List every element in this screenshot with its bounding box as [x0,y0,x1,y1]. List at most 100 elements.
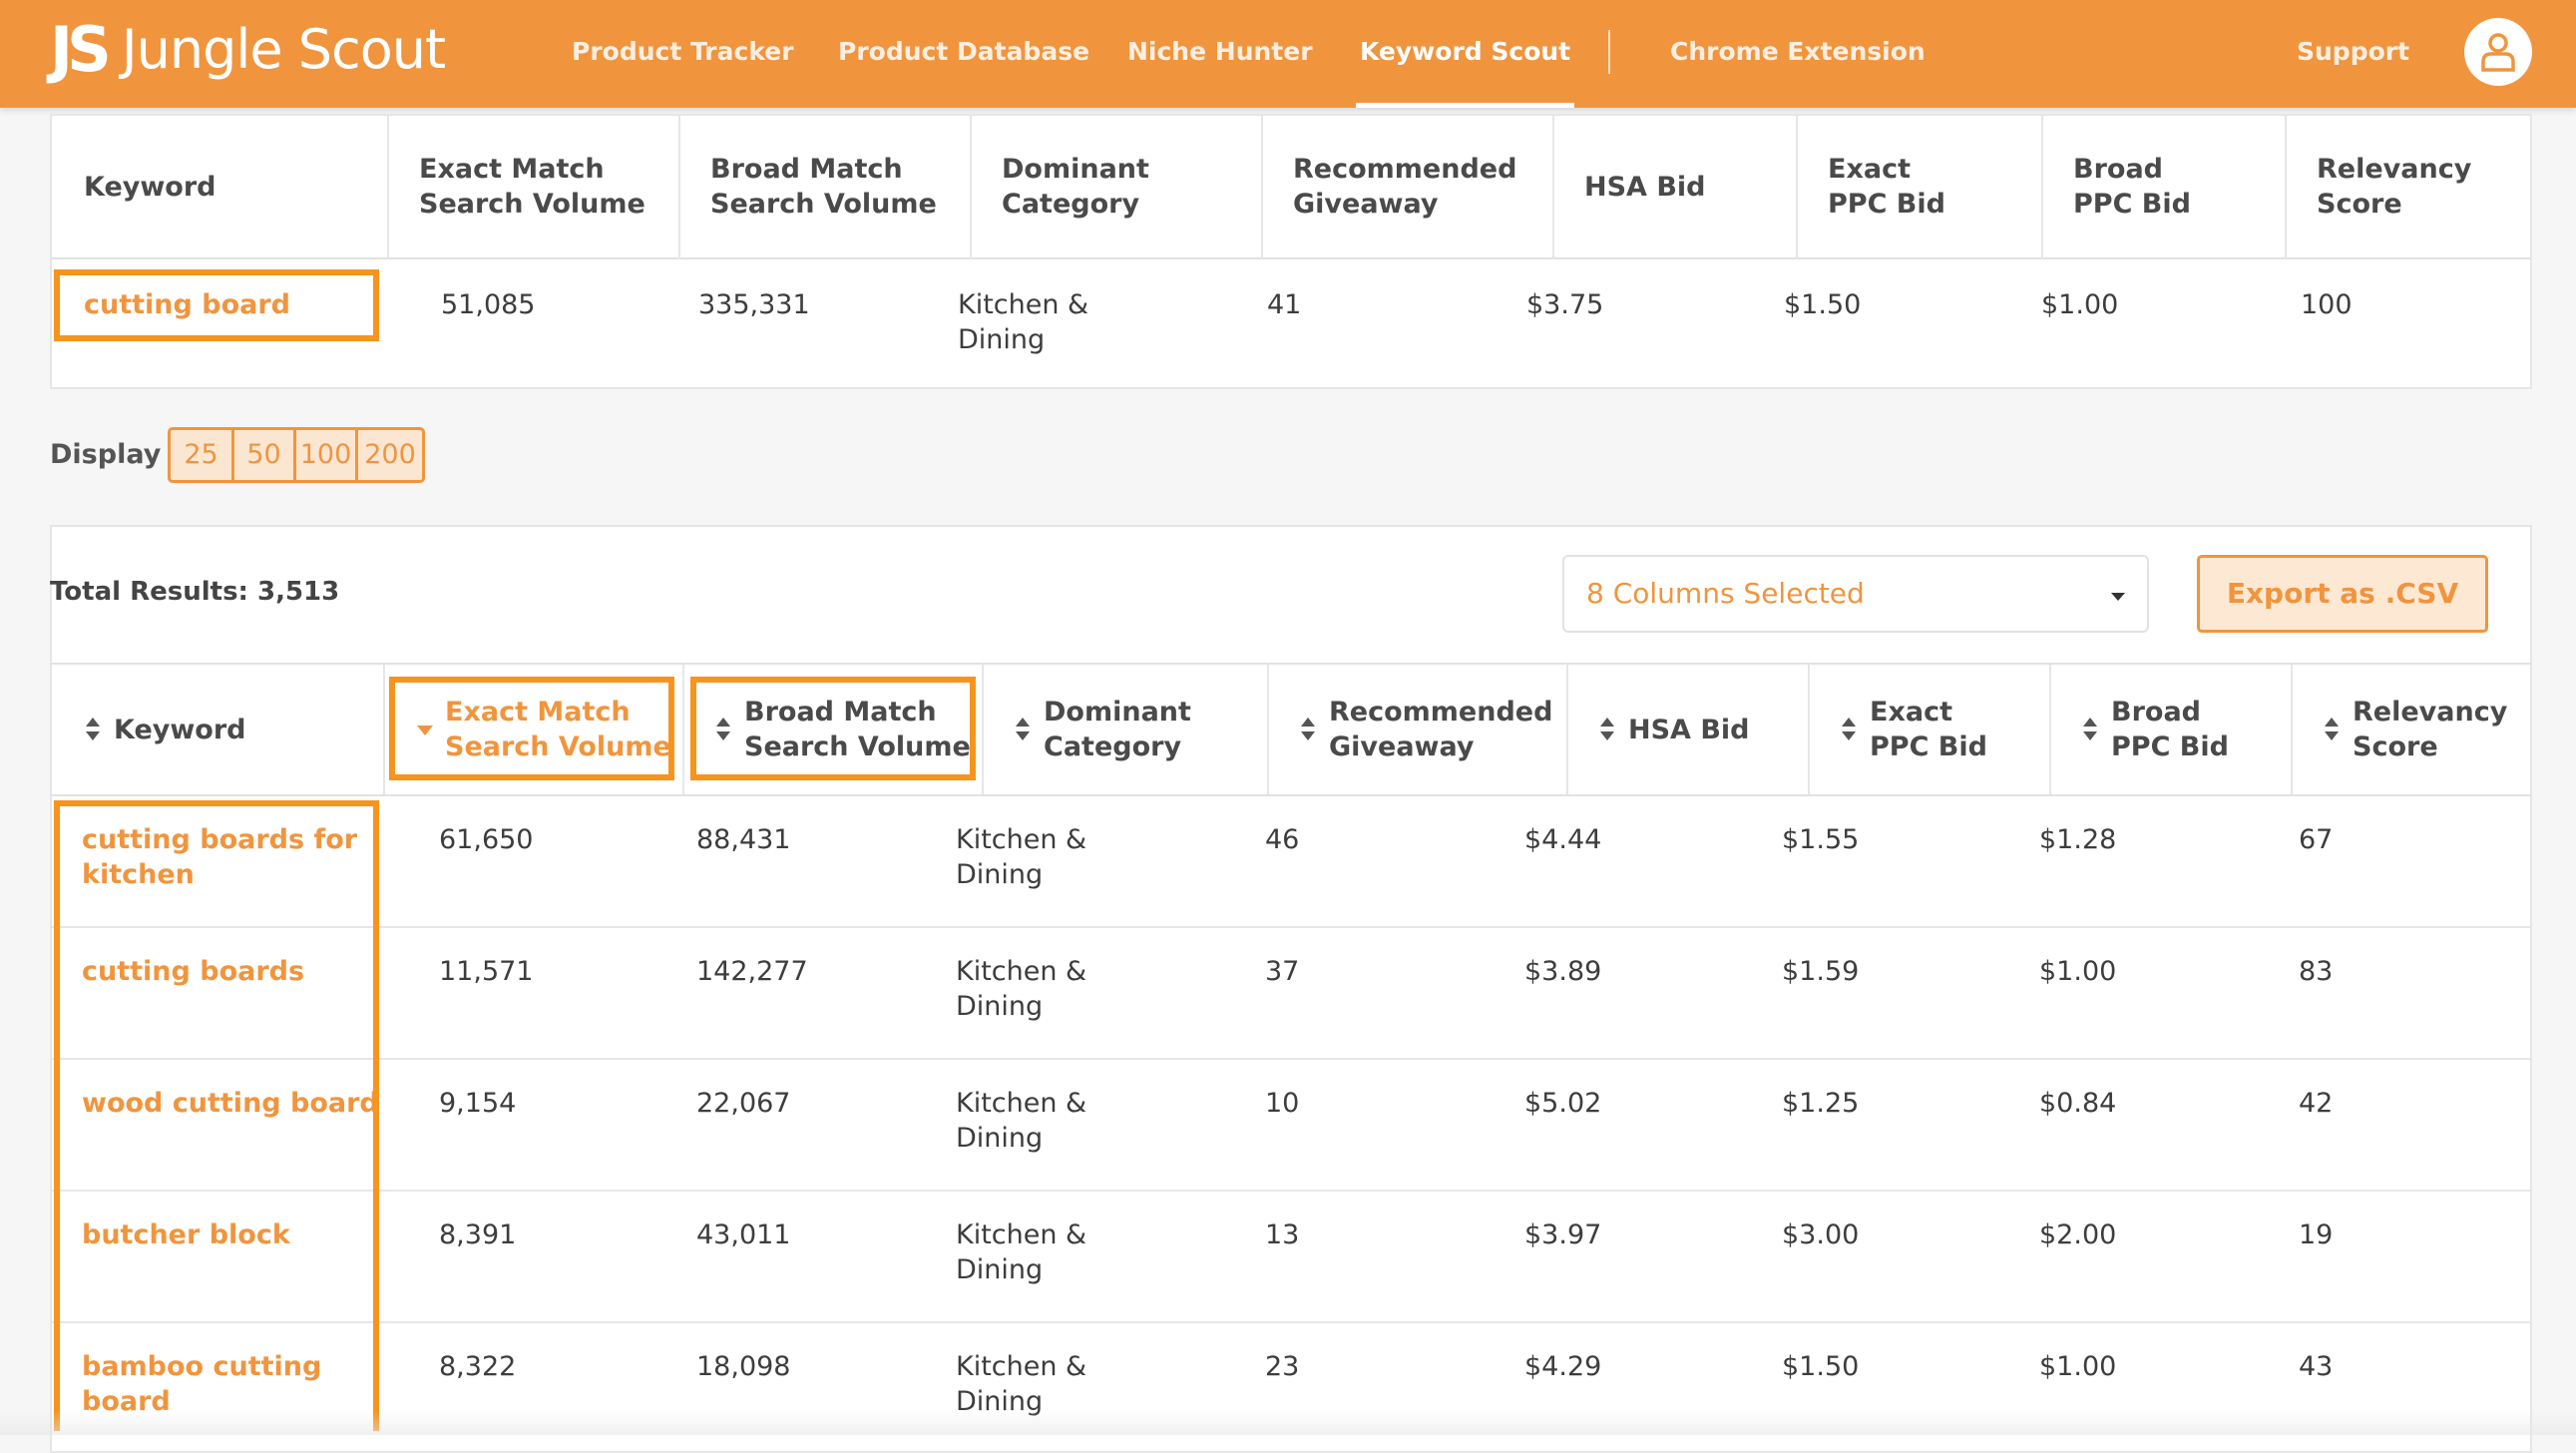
relevancy-score: 83 [2299,954,2333,989]
page-size-100[interactable]: 100 [296,430,358,480]
hsa-bid: $3.75 [1526,287,1603,322]
exact-ppc-bid: $1.55 [1782,822,1859,857]
recommended-giveaway: 37 [1265,954,1299,989]
columns-selector[interactable]: 8 Columns Selected [1562,555,2149,633]
broad-match-volume: 22,067 [696,1086,790,1121]
nav-product-tracker[interactable]: Product Tracker [572,0,794,108]
broad-ppc-bid: $1.00 [2039,1349,2116,1384]
exact-ppc-bid: $1.25 [1782,1086,1859,1121]
nav-support[interactable]: Support [2297,0,2409,108]
hsa-bid: $3.89 [1524,954,1601,989]
column-divider [1796,116,1798,259]
dominant-category: Kitchen & Dining [956,954,1086,1024]
header-hsa-bid: HSA Bid [1584,116,1706,257]
nav-chrome-extension[interactable]: Chrome Extension [1670,0,1926,108]
broad-ppc-bid: $1.00 [2039,954,2116,989]
header-broad-match-search-volume: Broad Match Search Volume [710,116,937,257]
keyword-highlight-box [54,269,379,341]
keyword-list-highlight-box [54,800,379,1431]
user-avatar[interactable] [2464,18,2532,86]
column-divider [383,663,385,796]
recommended-giveaway: 41 [1267,287,1301,322]
table-row: cutting boards for kitchen 61,650 88,431… [50,796,2532,927]
broad-match-volume: 88,431 [696,822,790,857]
nav-niche-hunter[interactable]: Niche Hunter [1127,0,1313,108]
exact-ppc-bid: $3.00 [1782,1217,1859,1252]
column-divider [1267,663,1269,796]
broad-ppc-bid: $1.00 [2041,287,2118,322]
exact-match-highlight-box [389,677,674,780]
total-results: Total Results: 3,513 [50,577,339,607]
column-divider [1808,663,1810,796]
column-divider [982,663,984,796]
exact-match-volume: 61,650 [439,822,533,857]
recommended-giveaway: 10 [1265,1086,1299,1121]
exact-match-volume: 8,322 [439,1349,516,1384]
column-divider [682,663,684,796]
broad-match-volume: 18,098 [696,1349,790,1384]
dominant-category: Kitchen & Dining [958,287,1088,357]
top-navigation-bar: JS Jungle Scout Product Tracker Product … [0,0,2576,108]
results-body: cutting boards for kitchen 61,650 88,431… [50,796,2532,1435]
sort-dominant-category[interactable]: Dominant Category [1016,663,1191,796]
column-divider [2041,116,2043,259]
user-icon [2480,32,2516,72]
searched-keyword-header: Keyword Exact Match Search Volume Broad … [52,116,2530,259]
broad-ppc-bid: $0.84 [2039,1086,2116,1121]
logo-mark: JS [50,13,106,86]
display-label: Display [50,439,161,470]
exact-match-volume: 8,391 [439,1217,516,1252]
exact-match-volume: 11,571 [439,954,533,989]
sort-recommended-giveaway[interactable]: Recommended Giveaway [1301,663,1552,796]
column-divider [1552,116,1554,259]
sort-icon [1842,716,1856,743]
sort-keyword[interactable]: Keyword [86,663,246,796]
page-size-50[interactable]: 50 [234,430,296,480]
broad-ppc-bid: $2.00 [2039,1217,2116,1252]
page-size-200[interactable]: 200 [358,430,422,480]
header-keyword: Keyword [84,116,216,257]
dominant-category: Kitchen & Dining [956,1217,1086,1287]
sort-exact-ppc-bid[interactable]: Exact PPC Bid [1842,663,1987,796]
hsa-bid: $4.29 [1524,1349,1601,1384]
exact-match-volume: 9,154 [439,1086,516,1121]
dominant-category: Kitchen & Dining [956,822,1086,892]
nav-divider [1608,30,1610,74]
column-divider [678,116,680,259]
page-size-25[interactable]: 25 [171,430,234,480]
broad-match-highlight-box [690,677,976,780]
hsa-bid: $5.02 [1524,1086,1601,1121]
column-divider [2285,116,2287,259]
table-row: cutting boards 11,571 142,277 Kitchen & … [50,928,2532,1059]
sort-relevancy-score[interactable]: Relevancy Score [2325,663,2507,796]
jungle-scout-logo[interactable]: JS Jungle Scout [50,14,445,84]
recommended-giveaway: 46 [1265,822,1299,857]
broad-ppc-bid: $1.28 [2039,822,2116,857]
header-relevancy-score: Relevancy Score [2317,116,2471,257]
sort-hsa-bid[interactable]: HSA Bid [1600,663,1750,796]
relevancy-score: 19 [2299,1217,2333,1252]
header-recommended-giveaway: Recommended Giveaway [1293,116,1516,257]
sort-icon [1016,716,1030,743]
column-divider [970,116,972,259]
sort-icon [2325,716,2339,743]
relevancy-score: 43 [2299,1349,2333,1384]
export-csv-button[interactable]: Export as .CSV [2197,555,2488,633]
nav-product-database[interactable]: Product Database [838,0,1089,108]
header-exact-match-search-volume: Exact Match Search Volume [419,116,645,257]
sort-icon [86,716,100,743]
nav-keyword-scout[interactable]: Keyword Scout [1360,0,1570,108]
exact-ppc-bid: $1.50 [1784,287,1861,322]
exact-match-volume: 51,085 [441,287,535,322]
sort-broad-ppc-bid[interactable]: Broad PPC Bid [2083,663,2229,796]
recommended-giveaway: 13 [1265,1217,1299,1252]
hsa-bid: $3.97 [1524,1217,1601,1252]
dominant-category: Kitchen & Dining [956,1349,1086,1419]
column-divider [387,116,389,259]
column-divider [2049,663,2051,796]
broad-match-volume: 142,277 [696,954,808,989]
columns-selector-value: 8 Columns Selected [1586,577,1865,610]
scroll-fade [0,1411,2576,1435]
broad-match-volume: 43,011 [696,1217,790,1252]
column-divider [1261,116,1263,259]
